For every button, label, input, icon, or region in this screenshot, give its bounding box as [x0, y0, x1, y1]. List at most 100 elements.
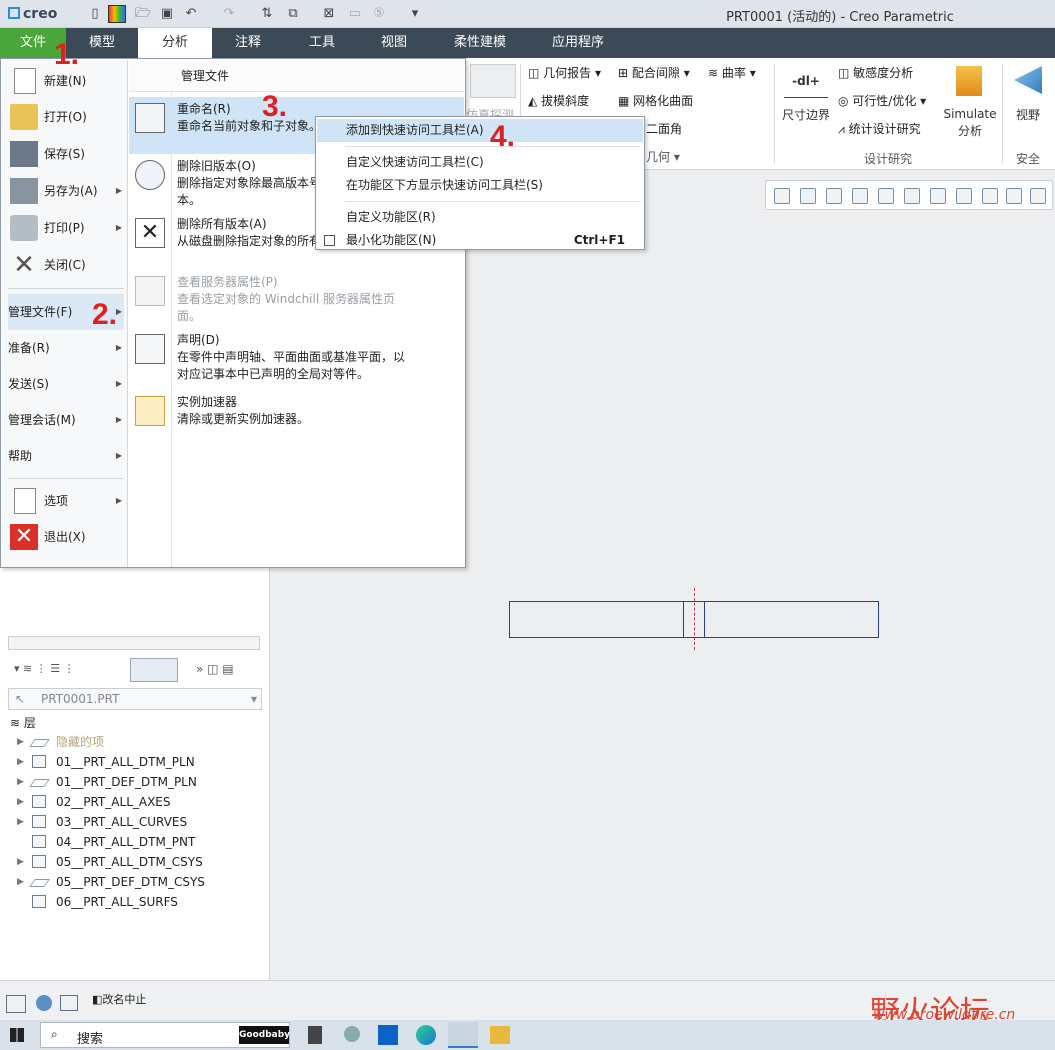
add-to-quick-access-item[interactable]: 添加到快速访问工具栏(A)	[317, 119, 643, 142]
expand-arrow-icon[interactable]: ▶	[17, 732, 24, 752]
calculator-icon[interactable]	[308, 1026, 322, 1044]
navigator-toggle-icon[interactable]	[6, 995, 26, 1013]
datum-display-icon[interactable]	[1006, 188, 1022, 204]
expand-arrow-icon[interactable]: ▶	[17, 772, 24, 792]
layer-row[interactable]: ▶ 01__PRT_DEF_DTM_PLN	[0, 772, 268, 792]
menu-save-as[interactable]: 另存为(A) ▶	[8, 174, 124, 208]
layers-dropdown-icon[interactable]: ▾ ≋ ⋮ ☰ ⋮	[14, 662, 75, 675]
regenerate-icon[interactable]: ⇅	[258, 5, 276, 23]
layer-row[interactable]: ▶ 02__PRT_ALL_AXES	[0, 792, 268, 812]
menu-manage-session[interactable]: 管理会话(M) ▶	[8, 402, 124, 438]
menu-help[interactable]: 帮助 ▶	[8, 438, 124, 474]
undo-icon[interactable]: ↶	[182, 5, 200, 23]
dihedral-angle-button[interactable]: 二面角	[646, 120, 682, 137]
customize-qat-icon[interactable]: ▾	[406, 5, 424, 23]
mesh-surface-button[interactable]: ▦ 网格化曲面	[618, 92, 693, 109]
outlook-icon[interactable]	[378, 1025, 398, 1045]
mate-clearance-button[interactable]: ⊞ 配合间隙 ▾	[618, 64, 690, 81]
geometry-report-button[interactable]: ◫ 几何报告 ▾	[528, 64, 601, 81]
customize-ribbon-item[interactable]: 自定义功能区(R)	[317, 206, 643, 229]
display-style-icon[interactable]	[878, 188, 894, 204]
draft-button[interactable]: ◭ 拔模斜度	[528, 92, 589, 109]
edge-icon[interactable]	[416, 1025, 436, 1045]
zoom-out-icon[interactable]	[826, 188, 842, 204]
expand-arrow-icon[interactable]: ▶	[17, 812, 24, 832]
simulation-probe-icon[interactable]	[470, 64, 516, 98]
dummy-icon[interactable]: ▭	[346, 5, 364, 23]
minimize-ribbon-item[interactable]: 最小化功能区(N) Ctrl+F1	[317, 229, 643, 252]
open-folder-icon[interactable]: 🗁	[134, 5, 152, 23]
redo-icon[interactable]: ↷	[220, 5, 238, 23]
close-window-icon[interactable]: ⊠	[320, 5, 338, 23]
number-icon[interactable]: ⑤	[370, 5, 388, 23]
simulate-analysis-button[interactable]: Simulate 分析	[940, 106, 1000, 140]
statistical-study-button[interactable]: ⩘ 统计设计研究	[838, 120, 921, 137]
file-explorer-icon[interactable]	[490, 1026, 510, 1044]
layer-row[interactable]: ▶ 05__PRT_ALL_DTM_CSYS	[0, 852, 268, 872]
view-manager-icon[interactable]	[930, 188, 946, 204]
layer-toggle-buttons[interactable]	[130, 658, 178, 682]
show-quick-access-below-item[interactable]: 在功能区下方显示快速访问工具栏(S)	[317, 174, 643, 197]
appearance-icon[interactable]	[108, 5, 126, 23]
expand-arrow-icon[interactable]: ▶	[17, 872, 24, 892]
layer-row[interactable]: ▶ 05__PRT_DEF_DTM_CSYS	[0, 872, 268, 892]
menu-send[interactable]: 发送(S) ▶	[8, 366, 124, 402]
tab-annotate[interactable]: 注释	[216, 28, 280, 58]
sensitivity-analysis-button[interactable]: ◫ 敏感度分析	[838, 64, 913, 81]
expand-arrow-icon[interactable]: ▶	[17, 792, 24, 812]
zoom-in-icon[interactable]	[800, 188, 816, 204]
annotation-display-icon[interactable]	[1030, 188, 1046, 204]
menu-print[interactable]: 打印(P) ▶	[8, 211, 124, 245]
layers-root[interactable]: ≋ 层	[10, 714, 36, 731]
creo-taskbar-icon[interactable]	[448, 1022, 478, 1048]
perspective-icon[interactable]	[956, 188, 972, 204]
more-icon[interactable]: » ◫ ▤	[196, 662, 234, 676]
browser-toggle-icon[interactable]	[36, 995, 52, 1011]
menu-exit[interactable]: ✕ 退出(X)	[8, 520, 124, 554]
tab-view[interactable]: 视图	[362, 28, 426, 58]
view-icon[interactable]	[1014, 66, 1042, 94]
layer-row[interactable]: ▶ 03__PRT_ALL_CURVES	[0, 812, 268, 832]
menu-options[interactable]: 选项 ▶	[8, 484, 124, 518]
tab-analysis[interactable]: 分析	[138, 28, 212, 58]
layer-row[interactable]: 04__PRT_ALL_DTM_PNT	[0, 832, 268, 852]
dimension-boundary-label[interactable]: 尺寸边界	[778, 106, 834, 123]
window-icon[interactable]: ⧉	[284, 5, 302, 23]
save-icon[interactable]: ▣	[158, 5, 176, 23]
expand-arrow-icon[interactable]: ▶	[17, 852, 24, 872]
model-selector[interactable]: ↖ PRT0001.PRT ▾	[8, 688, 262, 710]
layer-row[interactable]: ▶ 隐藏的项	[0, 732, 268, 752]
layer-row[interactable]: ▶ 01__PRT_ALL_DTM_PLN	[0, 752, 268, 772]
tab-model[interactable]: 模型	[70, 28, 134, 58]
saved-orientations-icon[interactable]	[904, 188, 920, 204]
paint-icon[interactable]	[344, 1026, 360, 1042]
section-icon[interactable]	[982, 188, 998, 204]
tab-applications[interactable]: 应用程序	[536, 28, 620, 58]
layer-row[interactable]: 06__PRT_ALL_SURFS	[0, 892, 268, 912]
view-button[interactable]: 视野	[1008, 106, 1048, 123]
curvature-button[interactable]: ≋ 曲率 ▾	[708, 64, 756, 81]
menu-open[interactable]: 打开(O)	[8, 100, 124, 134]
menu-declare[interactable]: 声明(D) 在零件中声明轴、平面曲面或基准平面，以 对应记事本中已声明的全局对等…	[129, 328, 464, 388]
horizontal-scrollbar[interactable]	[8, 636, 260, 650]
customize-quick-access-item[interactable]: 自定义快速访问工具栏(C)	[317, 151, 643, 174]
simulate-icon[interactable]	[956, 66, 982, 96]
tab-flexible-modeling[interactable]: 柔性建模	[440, 28, 520, 58]
tab-tools[interactable]: 工具	[290, 28, 354, 58]
refit-icon[interactable]	[774, 188, 790, 204]
menu-prepare[interactable]: 准备(R) ▶	[8, 330, 124, 366]
windows-start-icon[interactable]	[10, 1028, 24, 1042]
fullscreen-icon[interactable]	[60, 995, 78, 1011]
expand-arrow-icon[interactable]: ▶	[17, 752, 24, 772]
dimension-boundary-icon[interactable]: -dl+	[784, 64, 828, 98]
new-file-icon[interactable]: ▯	[86, 5, 104, 23]
menu-save[interactable]: 保存(S)	[8, 137, 124, 171]
menu-server-properties[interactable]: 查看服务器属性(P) 查看选定对象的 Windchill 服务器属性页 面。	[129, 270, 464, 328]
repaint-icon[interactable]	[852, 188, 868, 204]
taskbar-search[interactable]: ⌕ 搜索 Goodbaby	[40, 1022, 290, 1048]
menu-instance-accelerator[interactable]: 实例加速器 清除或更新实例加速器。	[129, 390, 464, 430]
minimize-ribbon-checkbox[interactable]	[324, 235, 335, 246]
menu-close[interactable]: ✕ 关闭(C)	[8, 248, 124, 282]
geometry-group-label[interactable]: 几何 ▾	[646, 148, 680, 165]
feasibility-button[interactable]: ◎ 可行性/优化 ▾	[838, 92, 926, 109]
